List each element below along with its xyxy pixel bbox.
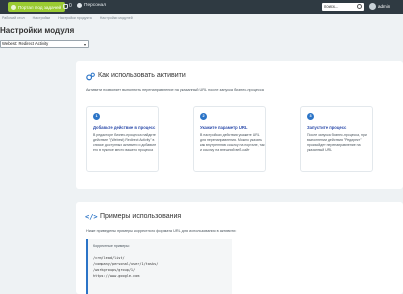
search-icon[interactable] (357, 4, 362, 9)
code-line: /crm/lead/list/ (93, 256, 125, 260)
code-example: Корректные примеры: /crm/lead/list/ /com… (86, 239, 232, 294)
breadcrumb-item[interactable]: Рабочий стол (2, 16, 25, 20)
notifications-button[interactable]: 0 (63, 3, 72, 9)
code-icon: </> (85, 213, 98, 221)
howto-title: Как использовать активити (98, 72, 186, 79)
step-number: 2 (200, 113, 207, 120)
person-icon (77, 3, 82, 8)
module-select-value: Webest: Redirect Activity (2, 41, 49, 46)
module-select[interactable]: Webest: Redirect Activity ▾ (0, 40, 89, 48)
step-card: 1 Добавьте действие в процесс В редактор… (86, 106, 159, 172)
examples-title: Примеры использования (100, 213, 182, 220)
people-label: Персонал (84, 3, 107, 8)
step-title: Запустите процесс (307, 125, 347, 130)
code-line: /workgroups/group/1/ (93, 268, 136, 272)
examples-card: </> Примеры использования Ниже приведены… (76, 202, 403, 294)
step-description: После запуска бизнес-процесса, при выпол… (307, 133, 367, 152)
howto-card: Как использовать активити Активити позво… (76, 61, 403, 189)
step-card: 2 Укажите параметр URL В настройках дейс… (193, 106, 266, 172)
gears-icon (86, 72, 95, 81)
user-name: admin (378, 4, 391, 9)
step-description: В настройках действия укажите URL для пе… (200, 133, 265, 152)
portal-task-button[interactable]: Портал под задачей (8, 2, 66, 12)
breadcrumb-item[interactable]: Настройки (33, 16, 51, 20)
howto-subtitle: Активити позволяет выполнить перенаправл… (86, 88, 264, 92)
breadcrumb-item[interactable]: Настройки модулей (100, 16, 133, 20)
bell-icon (63, 3, 68, 9)
user-menu[interactable]: admin (369, 3, 390, 10)
code-line: https://www.google.com (93, 274, 140, 278)
breadcrumb: Рабочий стол Настройки Настройки продукт… (2, 16, 133, 20)
code-line: /company/personal/user/1/tasks/ (93, 262, 159, 266)
star-icon[interactable]: ☆ (58, 27, 63, 34)
step-card: 3 Запустите процесс После запуска бизнес… (300, 106, 373, 172)
top-bar: Портал под задачей 0 Персонал поиск... a… (0, 0, 403, 14)
step-number: 3 (307, 113, 314, 120)
step-title: Укажите параметр URL (200, 125, 248, 130)
avatar (369, 3, 376, 10)
code-caption: Корректные примеры: (93, 244, 130, 248)
portal-task-label: Портал под задачей (18, 4, 62, 10)
examples-subtitle: Ниже приведены примеры корректного форма… (86, 229, 237, 233)
step-number: 1 (93, 113, 100, 120)
step-description: В редакторе бизнес-процесса найдите дейс… (93, 133, 157, 152)
people-button[interactable]: Персонал (77, 3, 106, 8)
step-title: Добавьте действие в процесс (93, 125, 156, 130)
notifications-count: 0 (69, 3, 72, 9)
chevron-down-icon: ▾ (83, 42, 86, 47)
breadcrumb-item[interactable]: Настройки продукта (58, 16, 92, 20)
plus-icon (11, 4, 16, 10)
